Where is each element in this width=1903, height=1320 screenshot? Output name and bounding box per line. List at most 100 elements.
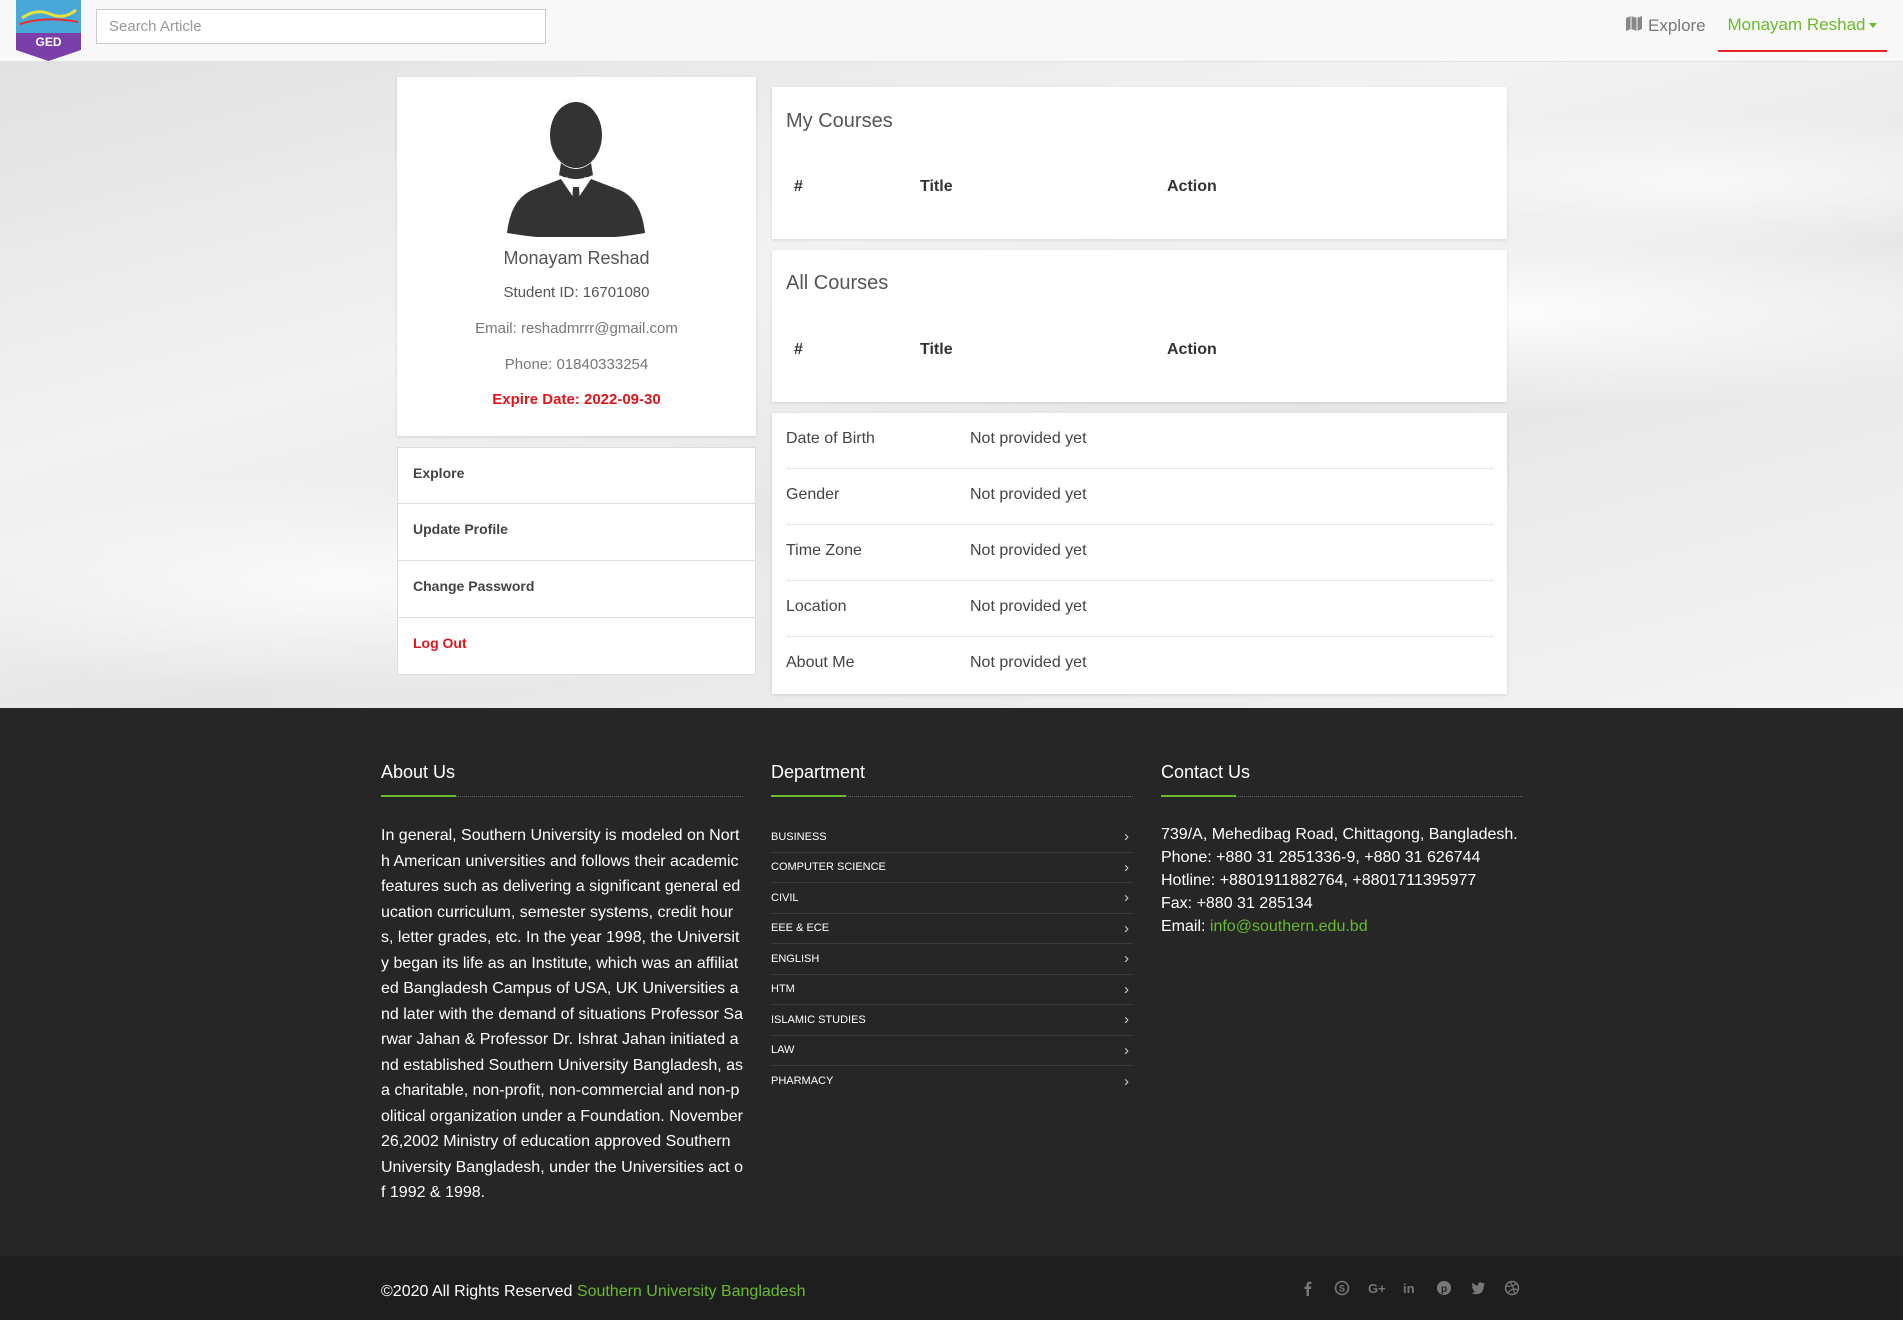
my-courses-title: My Courses (786, 110, 893, 132)
caret-down-icon (1869, 22, 1878, 28)
svg-text:p: p (1441, 1284, 1447, 1295)
copyright-label: ©2020 All Rights Reserved (381, 1283, 577, 1300)
info-label: Location (786, 598, 847, 615)
department-item-computer-science[interactable]: COMPUTER SCIENCE › (771, 853, 1133, 883)
side-menu-change-password[interactable]: Change Password (397, 561, 756, 618)
contact-hotline: Hotline: +8801911882764, +8801711395977 (1161, 872, 1477, 889)
department-item-pharmacy[interactable]: PHARMACY › (771, 1066, 1133, 1097)
profile-name: Monayam Reshad (503, 248, 650, 268)
user-menu-label: Monayam Reshad (1727, 15, 1866, 34)
info-value: Not provided yet (970, 598, 1087, 615)
contact-email-link[interactable]: info@southern.edu.bd (1210, 918, 1368, 935)
info-row-location: Location Not provided yet (786, 581, 1494, 637)
info-row-time-zone: Time Zone Not provided yet (786, 525, 1494, 581)
profile-phone: Phone: 01840333254 (504, 356, 649, 373)
footer-contact-title: Contact Us (1161, 762, 1523, 797)
side-menu-explore[interactable]: Explore (397, 447, 756, 504)
department-item-civil[interactable]: CIVIL › (771, 883, 1133, 914)
department-item-business[interactable]: BUSINESS › (771, 822, 1133, 853)
chevron-right-icon: › (1124, 1011, 1129, 1029)
department-label: ENGLISH (771, 952, 820, 965)
my-courses-col-title: Title (920, 178, 953, 195)
side-menu: Explore Update Profile Change Password L… (397, 447, 756, 675)
department-item-eee-ece[interactable]: EEE & ECE › (771, 914, 1133, 944)
chevron-right-icon: › (1124, 889, 1129, 907)
contact-address: 739/A, Mehedibag Road, Chittagong, Bangl… (1161, 826, 1518, 843)
info-label: Gender (786, 486, 840, 503)
contact-fax: Fax: +880 31 285134 (1161, 895, 1313, 912)
department-item-islamic-studies[interactable]: ISLAMIC STUDIES › (771, 1005, 1133, 1036)
chevron-right-icon: › (1124, 980, 1129, 998)
svg-text:G+: G+ (1368, 1281, 1386, 1296)
google-plus-icon[interactable]: G+ (1368, 1280, 1386, 1296)
copyright-link[interactable]: Southern University Bangladesh (577, 1283, 806, 1300)
pinterest-icon[interactable]: p (1436, 1280, 1452, 1296)
contact-details: 739/A, Mehedibag Road, Chittagong, Bangl… (1161, 823, 1523, 938)
chevron-right-icon: › (1124, 858, 1129, 876)
twitter-icon[interactable] (1470, 1280, 1486, 1296)
info-value: Not provided yet (970, 486, 1087, 503)
nav-explore-label: Explore (1648, 16, 1706, 35)
department-label: HTM (771, 983, 795, 996)
info-label: About Me (786, 654, 855, 671)
my-courses-col-number: # (794, 178, 803, 195)
all-courses-panel: All Courses # Title Action (772, 250, 1507, 402)
department-label: EEE & ECE (771, 922, 830, 935)
department-label: ISLAMIC STUDIES (771, 1013, 866, 1026)
all-courses-col-number: # (794, 341, 803, 358)
department-label: BUSINESS (771, 830, 827, 843)
profile-expire-date: Expire Date: 2022-09-30 (492, 391, 661, 408)
department-list: BUSINESS › COMPUTER SCIENCE › CIVIL › EEE &… (771, 822, 1133, 1097)
department-item-htm[interactable]: HTM › (771, 975, 1133, 1005)
my-courses-col-action: Action (1167, 178, 1217, 195)
map-icon (1626, 16, 1642, 36)
footer-contact-column: Contact Us 739/A, Mehedibag Road, Chitta… (1161, 762, 1523, 938)
nav-explore-link[interactable]: Explore (1626, 15, 1706, 37)
department-label: COMPUTER SCIENCE (771, 861, 886, 874)
linkedin-icon[interactable]: in (1402, 1280, 1418, 1296)
all-courses-col-title: Title (920, 341, 953, 358)
info-row-date-of-birth: Date of Birth Not provided yet (786, 413, 1494, 469)
side-menu-log-out[interactable]: Log Out (397, 618, 756, 675)
dribbble-icon[interactable] (1504, 1280, 1520, 1296)
profile-card: Monayam Reshad Student ID: 16701080 Emai… (397, 77, 756, 436)
department-item-english[interactable]: ENGLISH › (771, 944, 1133, 975)
svg-text:in: in (1403, 1281, 1415, 1296)
my-courses-panel: My Courses # Title Action (772, 87, 1507, 239)
department-label: LAW (771, 1044, 795, 1057)
copyright-text: ©2020 All Rights Reserved Southern Unive… (381, 1283, 805, 1301)
search-input[interactable] (96, 9, 546, 44)
info-value: Not provided yet (970, 430, 1087, 447)
footer-department-column: Department BUSINESS › COMPUTER SCIENCE › C… (771, 762, 1133, 1097)
copyright-bar: ©2020 All Rights Reserved Southern Unive… (0, 1256, 1903, 1320)
contact-phone: Phone: +880 31 2851336-9, +880 31 626744 (1161, 849, 1481, 866)
facebook-icon[interactable] (1300, 1280, 1316, 1296)
footer-department-title: Department (771, 762, 1133, 797)
department-item-law[interactable]: LAW › (771, 1036, 1133, 1066)
info-label: Date of Birth (786, 430, 875, 447)
chevron-right-icon: › (1124, 950, 1129, 968)
chevron-right-icon: › (1124, 1072, 1129, 1090)
logo-text: GED (35, 35, 61, 49)
chevron-right-icon: › (1124, 919, 1129, 937)
all-courses-col-action: Action (1167, 341, 1217, 358)
profile-info-panel: Date of Birth Not provided yet Gender No… (772, 413, 1507, 694)
skype-icon[interactable]: S (1334, 1280, 1350, 1296)
user-menu-dropdown[interactable]: Monayam Reshad (1718, 0, 1887, 52)
footer-about-text: In general, Southern University is model… (381, 827, 743, 1201)
info-label: Time Zone (786, 542, 862, 559)
contact-email-line: Email: info@southern.edu.bd (1161, 915, 1523, 938)
side-menu-update-profile[interactable]: Update Profile (397, 504, 756, 561)
profile-email: Email: reshadmrrr@gmail.com (475, 320, 678, 337)
logo[interactable]: GED (16, 0, 81, 61)
chevron-right-icon: › (1124, 1041, 1129, 1059)
chevron-right-icon: › (1124, 828, 1129, 846)
avatar (505, 95, 647, 239)
info-value: Not provided yet (970, 542, 1087, 559)
social-links: S G+ in p (1300, 1280, 1520, 1296)
contact-email-label: Email: (1161, 918, 1210, 935)
info-row-about-me: About Me Not provided yet (786, 637, 1494, 693)
all-courses-title: All Courses (786, 272, 889, 294)
department-label: CIVIL (771, 891, 799, 904)
profile-student-id: Student ID: 16701080 (503, 284, 650, 301)
